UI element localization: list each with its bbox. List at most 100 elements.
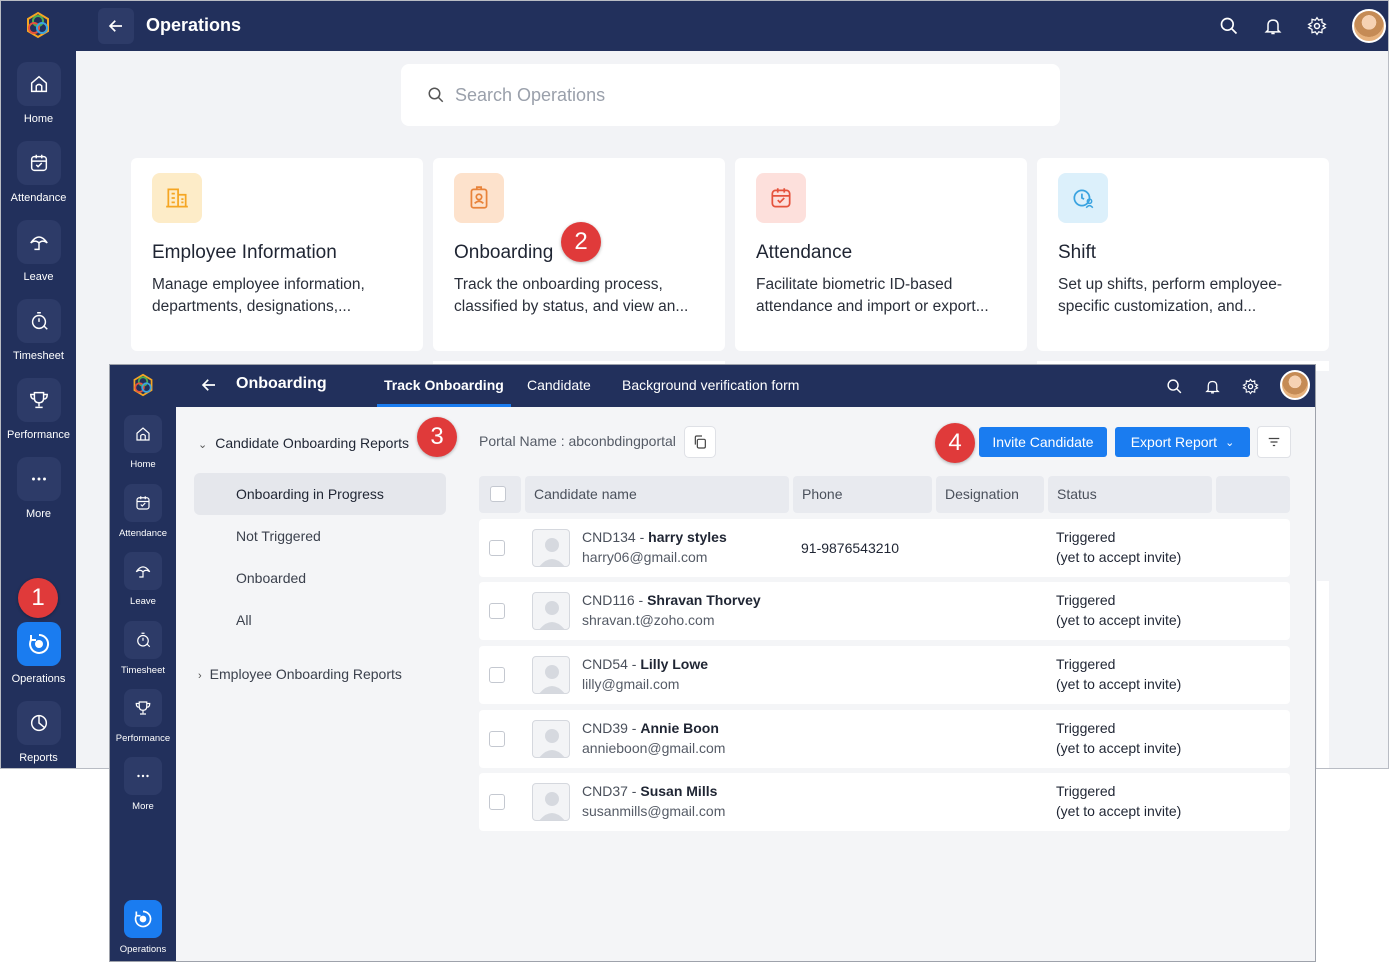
copy-button[interactable] bbox=[684, 426, 716, 458]
row-checkbox[interactable] bbox=[489, 731, 505, 747]
column-candidate-name[interactable]: Candidate name bbox=[525, 476, 789, 513]
card-title: Onboarding bbox=[454, 242, 554, 263]
nav-reports[interactable]: Reports bbox=[1, 701, 76, 764]
back-button[interactable] bbox=[98, 8, 134, 44]
person-icon bbox=[539, 601, 565, 629]
candidate-id: CND134 - bbox=[582, 529, 649, 545]
nav-leave[interactable]: Leave bbox=[1, 220, 76, 283]
status-text: Triggered bbox=[1056, 783, 1116, 799]
status-text: Triggered bbox=[1056, 529, 1116, 545]
umbrella-icon bbox=[135, 566, 151, 578]
nav-home[interactable]: Home bbox=[1, 62, 76, 125]
search-input[interactable] bbox=[455, 82, 1015, 108]
home-icon bbox=[30, 75, 47, 93]
nav-label: Home bbox=[23, 113, 54, 125]
row-checkbox[interactable] bbox=[489, 540, 505, 556]
table-row[interactable]: CND39 - Annie Boon annieboon@gmail.com T… bbox=[479, 710, 1290, 768]
gear-icon bbox=[1241, 377, 1259, 395]
column-phone[interactable]: Phone bbox=[793, 476, 932, 513]
filter-button[interactable] bbox=[1257, 426, 1291, 458]
tab-track-onboarding[interactable]: Track Onboarding bbox=[377, 365, 511, 407]
row-checkbox[interactable] bbox=[489, 667, 505, 683]
nav-timesheet[interactable]: Timesheet bbox=[1, 299, 76, 362]
card-title: Employee Information bbox=[152, 242, 337, 263]
app-logo-icon bbox=[27, 11, 49, 39]
table-row[interactable]: CND116 - Shravan Thorvey shravan.t@zoho.… bbox=[479, 582, 1290, 640]
card-shift[interactable]: Shift Set up shifts, perform employee-sp… bbox=[1037, 158, 1329, 351]
table-row[interactable]: CND54 - Lilly Lowe lilly@gmail.com Trigg… bbox=[479, 646, 1290, 704]
tree-item-onboarded[interactable]: Onboarded bbox=[194, 557, 446, 599]
nav-more[interactable]: More bbox=[110, 757, 176, 812]
tree-group-label: Employee Onboarding Reports bbox=[209, 666, 402, 682]
card-description: Set up shifts, perform employee-specific… bbox=[1058, 276, 1282, 315]
nav-more[interactable]: More bbox=[1, 457, 76, 520]
card-attendance[interactable]: Attendance Facilitate biometric ID-based… bbox=[735, 158, 1027, 351]
export-report-button[interactable]: Export Report ⌄ bbox=[1115, 427, 1250, 457]
person-icon bbox=[539, 665, 565, 693]
nav-label: Attendance bbox=[118, 528, 168, 539]
nav-attendance[interactable]: Attendance bbox=[1, 141, 76, 204]
settings-button[interactable] bbox=[1305, 14, 1329, 38]
nav-label: Timesheet bbox=[13, 350, 64, 362]
nav-home[interactable]: Home bbox=[110, 415, 176, 470]
candidate-name-cell: CND116 - Shravan Thorvey bbox=[582, 592, 761, 608]
avatar[interactable] bbox=[1352, 9, 1386, 43]
tree-group-candidate-reports[interactable]: ⌄ Candidate Onboarding Reports bbox=[198, 435, 409, 451]
nav-operations[interactable]: Operations bbox=[110, 900, 176, 955]
card-description: Manage employee information, departments… bbox=[152, 276, 365, 315]
stopwatch-icon bbox=[31, 312, 48, 330]
row-checkbox[interactable] bbox=[489, 794, 505, 810]
column-status[interactable]: Status bbox=[1048, 476, 1212, 513]
candidate-name: Lilly Lowe bbox=[640, 656, 709, 672]
card-employee-information[interactable]: Employee Information Manage employee inf… bbox=[131, 158, 423, 351]
candidate-photo bbox=[532, 783, 570, 821]
notifications-button[interactable] bbox=[1200, 374, 1224, 398]
gear-icon bbox=[1307, 16, 1327, 36]
nav-attendance[interactable]: Attendance bbox=[110, 484, 176, 539]
tree-item-not-triggered[interactable]: Not Triggered bbox=[194, 515, 446, 557]
nav-label: Performance bbox=[7, 429, 70, 441]
candidate-id: CND116 - bbox=[582, 592, 648, 608]
select-all-checkbox[interactable] bbox=[490, 486, 506, 502]
card-peek bbox=[1317, 581, 1329, 768]
bell-icon bbox=[1204, 380, 1220, 394]
nav-leave[interactable]: Leave bbox=[110, 552, 176, 607]
candidate-email: shravan.t@zoho.com bbox=[582, 612, 715, 628]
nav-performance[interactable]: Performance bbox=[1, 378, 76, 441]
back-button[interactable] bbox=[200, 376, 218, 399]
copy-icon bbox=[694, 435, 706, 449]
umbrella-icon bbox=[29, 236, 48, 251]
status-note: (yet to accept invite) bbox=[1056, 676, 1182, 692]
search-button[interactable] bbox=[1162, 374, 1186, 398]
nav-timesheet[interactable]: Timesheet bbox=[110, 621, 176, 676]
tab-background-verification[interactable]: Background verification form bbox=[622, 365, 799, 407]
invite-candidate-button[interactable]: Invite Candidate bbox=[979, 427, 1107, 457]
tree-item-all[interactable]: All bbox=[194, 599, 446, 641]
column-designation[interactable]: Designation bbox=[936, 476, 1044, 513]
calendar-check-icon bbox=[756, 173, 806, 223]
nav-performance[interactable]: Performance bbox=[110, 689, 176, 744]
avatar[interactable] bbox=[1280, 370, 1310, 400]
tree-group-employee-reports[interactable]: › Employee Onboarding Reports bbox=[198, 666, 402, 682]
onboarding-window: Home Attendance Leave Timesheet Performa… bbox=[109, 364, 1316, 962]
callout-badge-3: 3 bbox=[417, 417, 457, 457]
table-row[interactable]: CND134 - harry styles harry06@gmail.com … bbox=[479, 519, 1290, 577]
tree-item-onboarding-in-progress[interactable]: Onboarding in Progress bbox=[194, 473, 446, 515]
notifications-button[interactable] bbox=[1261, 14, 1285, 38]
top-bar: Onboarding Track Onboarding Candidate Ba… bbox=[176, 365, 1315, 407]
search-button[interactable] bbox=[1217, 14, 1241, 38]
nav-operations[interactable]: Operations bbox=[1, 622, 76, 685]
tab-candidate[interactable]: Candidate bbox=[527, 365, 591, 407]
page-title: Operations bbox=[146, 15, 242, 35]
export-report-label: Export Report bbox=[1130, 434, 1218, 450]
trophy-icon bbox=[29, 391, 48, 409]
pie-chart-icon bbox=[30, 714, 47, 732]
stopwatch-icon bbox=[137, 632, 151, 648]
candidate-id: CND37 - bbox=[582, 783, 641, 799]
callout-badge-2: 2 bbox=[561, 222, 601, 262]
settings-button[interactable] bbox=[1238, 374, 1262, 398]
row-checkbox[interactable] bbox=[489, 603, 505, 619]
main-sidebar: Home Attendance Leave Timesheet Performa… bbox=[1, 1, 76, 768]
table-row[interactable]: CND37 - Susan Mills susanmills@gmail.com… bbox=[479, 773, 1290, 831]
card-description: Track the onboarding process, classified… bbox=[454, 276, 689, 315]
